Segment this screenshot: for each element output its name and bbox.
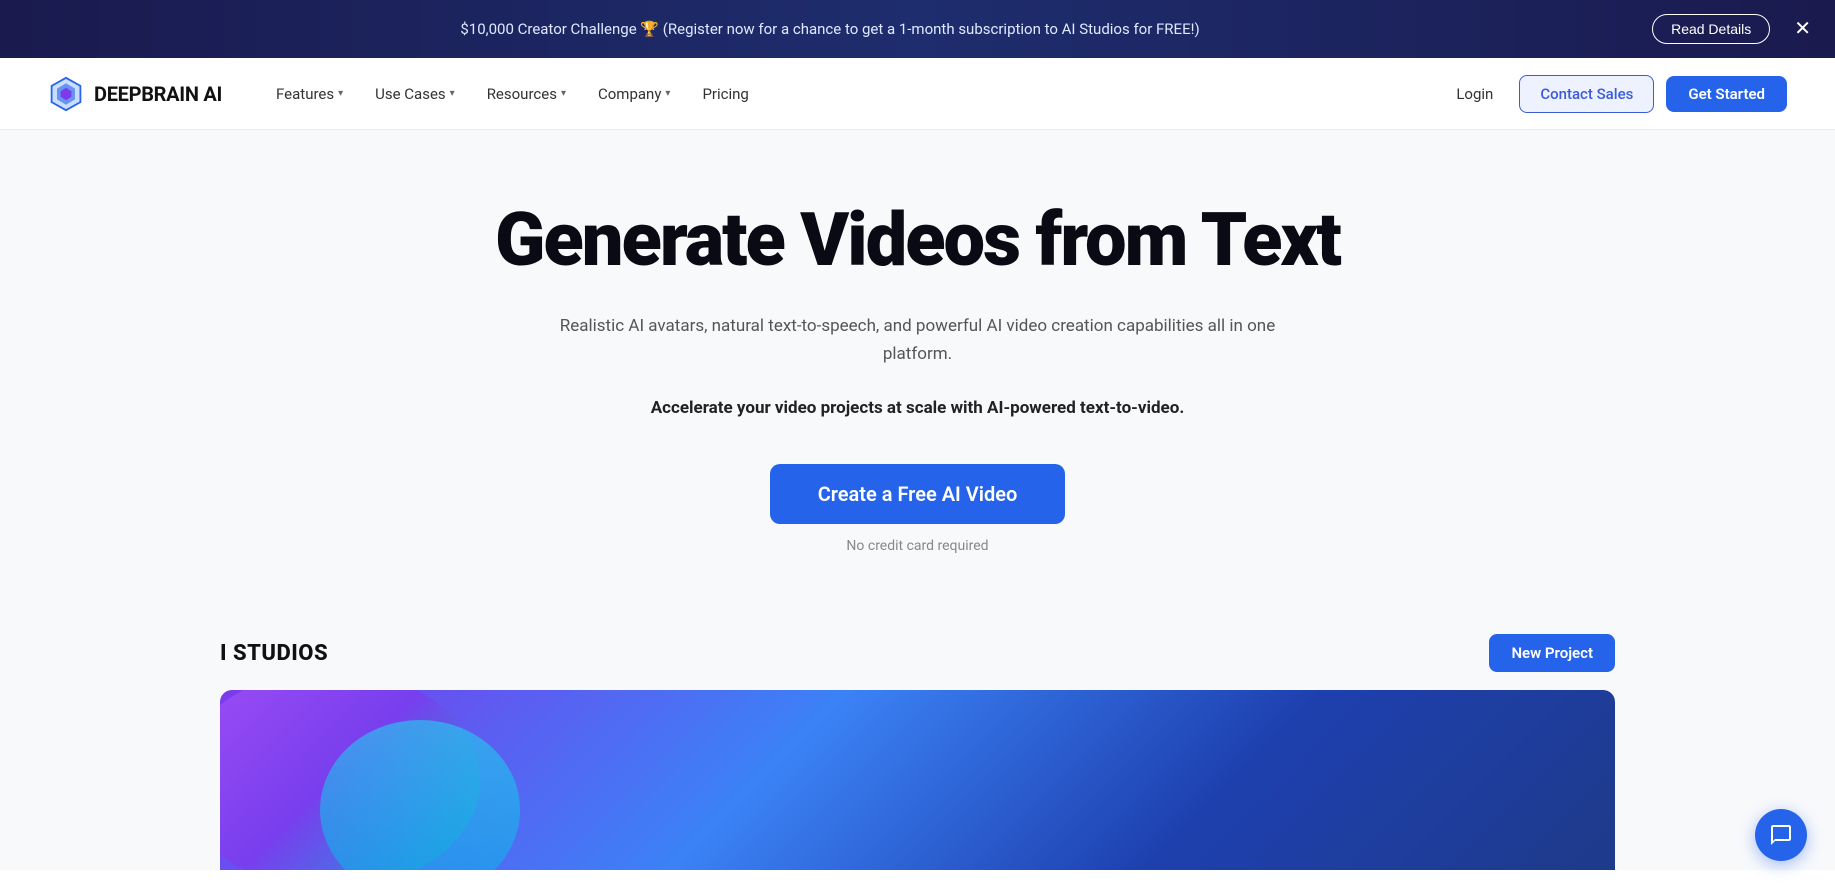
studios-section: I STUDIOS New Project [0, 604, 1835, 870]
studios-header: I STUDIOS New Project [220, 634, 1615, 672]
hero-section: Generate Videos from Text Realistic AI a… [0, 130, 1835, 604]
banner-close-button[interactable]: ✕ [1794, 19, 1811, 39]
chevron-down-icon: ▾ [561, 88, 566, 99]
new-project-button[interactable]: New Project [1489, 634, 1615, 672]
chat-bubble-button[interactable] [1755, 809, 1807, 861]
logo-icon [48, 76, 84, 112]
studios-preview [220, 690, 1615, 870]
logo[interactable]: DEEPBRAIN AI [48, 76, 222, 112]
contact-sales-button[interactable]: Contact Sales [1519, 75, 1654, 113]
nav-pricing[interactable]: Pricing [688, 77, 762, 111]
announcement-banner: $10,000 Creator Challenge 🏆 (Register no… [0, 0, 1835, 58]
logo-text: DEEPBRAIN AI [94, 82, 222, 106]
navbar: DEEPBRAIN AI Features ▾ Use Cases ▾ Reso… [0, 58, 1835, 130]
login-button[interactable]: Login [1442, 77, 1507, 111]
studios-title: I STUDIOS [220, 641, 328, 666]
chat-icon [1769, 823, 1793, 847]
nav-right: Login Contact Sales Get Started [1442, 75, 1787, 113]
nav-use-cases[interactable]: Use Cases ▾ [361, 77, 469, 111]
nav-features[interactable]: Features ▾ [262, 77, 357, 111]
hero-subtitle: Realistic AI avatars, natural text-to-sp… [538, 313, 1298, 422]
get-started-button[interactable]: Get Started [1666, 76, 1787, 112]
chevron-down-icon: ▾ [450, 88, 455, 99]
banner-text: $10,000 Creator Challenge 🏆 (Register no… [24, 20, 1636, 38]
chevron-down-icon: ▾ [665, 88, 670, 99]
nav-links: Features ▾ Use Cases ▾ Resources ▾ Compa… [262, 77, 1442, 111]
hero-title: Generate Videos from Text [495, 200, 1340, 281]
chevron-down-icon: ▾ [338, 88, 343, 99]
create-free-video-button[interactable]: Create a Free AI Video [770, 464, 1066, 524]
no-credit-card-text: No credit card required [846, 538, 988, 554]
read-details-button[interactable]: Read Details [1652, 14, 1770, 44]
nav-company[interactable]: Company ▾ [584, 77, 684, 111]
studios-preview-background [220, 690, 1615, 870]
nav-resources[interactable]: Resources ▾ [473, 77, 580, 111]
